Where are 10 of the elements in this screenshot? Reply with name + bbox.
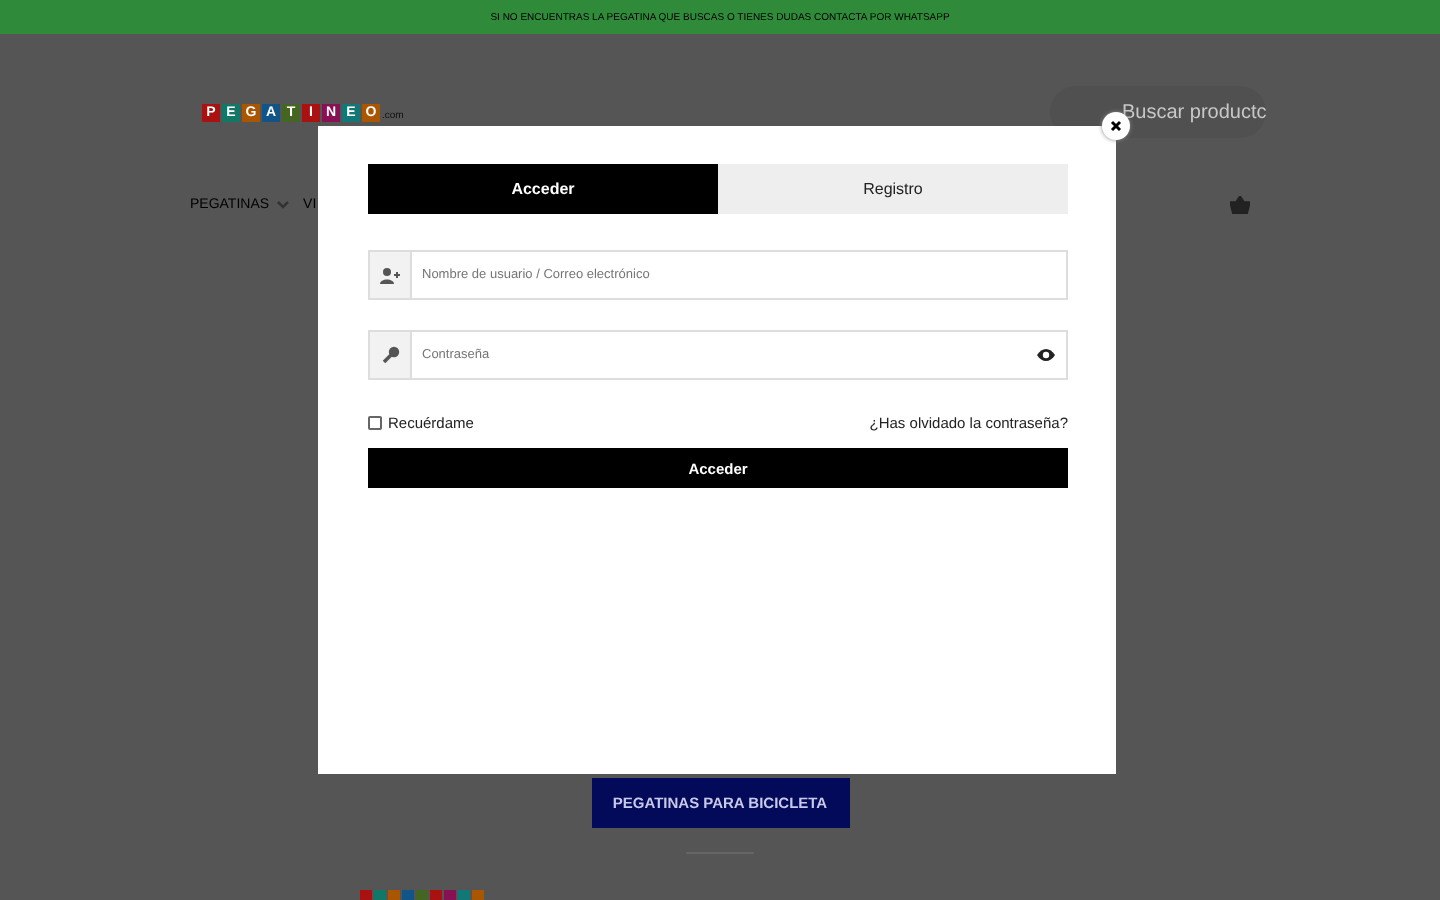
user-add-icon: [380, 267, 400, 283]
search-field[interactable]: Buscar productc: [1050, 86, 1266, 138]
close-icon: [1110, 120, 1122, 132]
tab[interactable]: Acceder: [368, 164, 718, 214]
key-icon: [381, 346, 399, 364]
eye-icon[interactable]: [1036, 348, 1056, 362]
footer-logo: [360, 890, 484, 900]
chevron-icon: [275, 199, 290, 209]
tab[interactable]: Registro: [718, 164, 1068, 214]
remember-checkbox[interactable]: [368, 416, 382, 430]
